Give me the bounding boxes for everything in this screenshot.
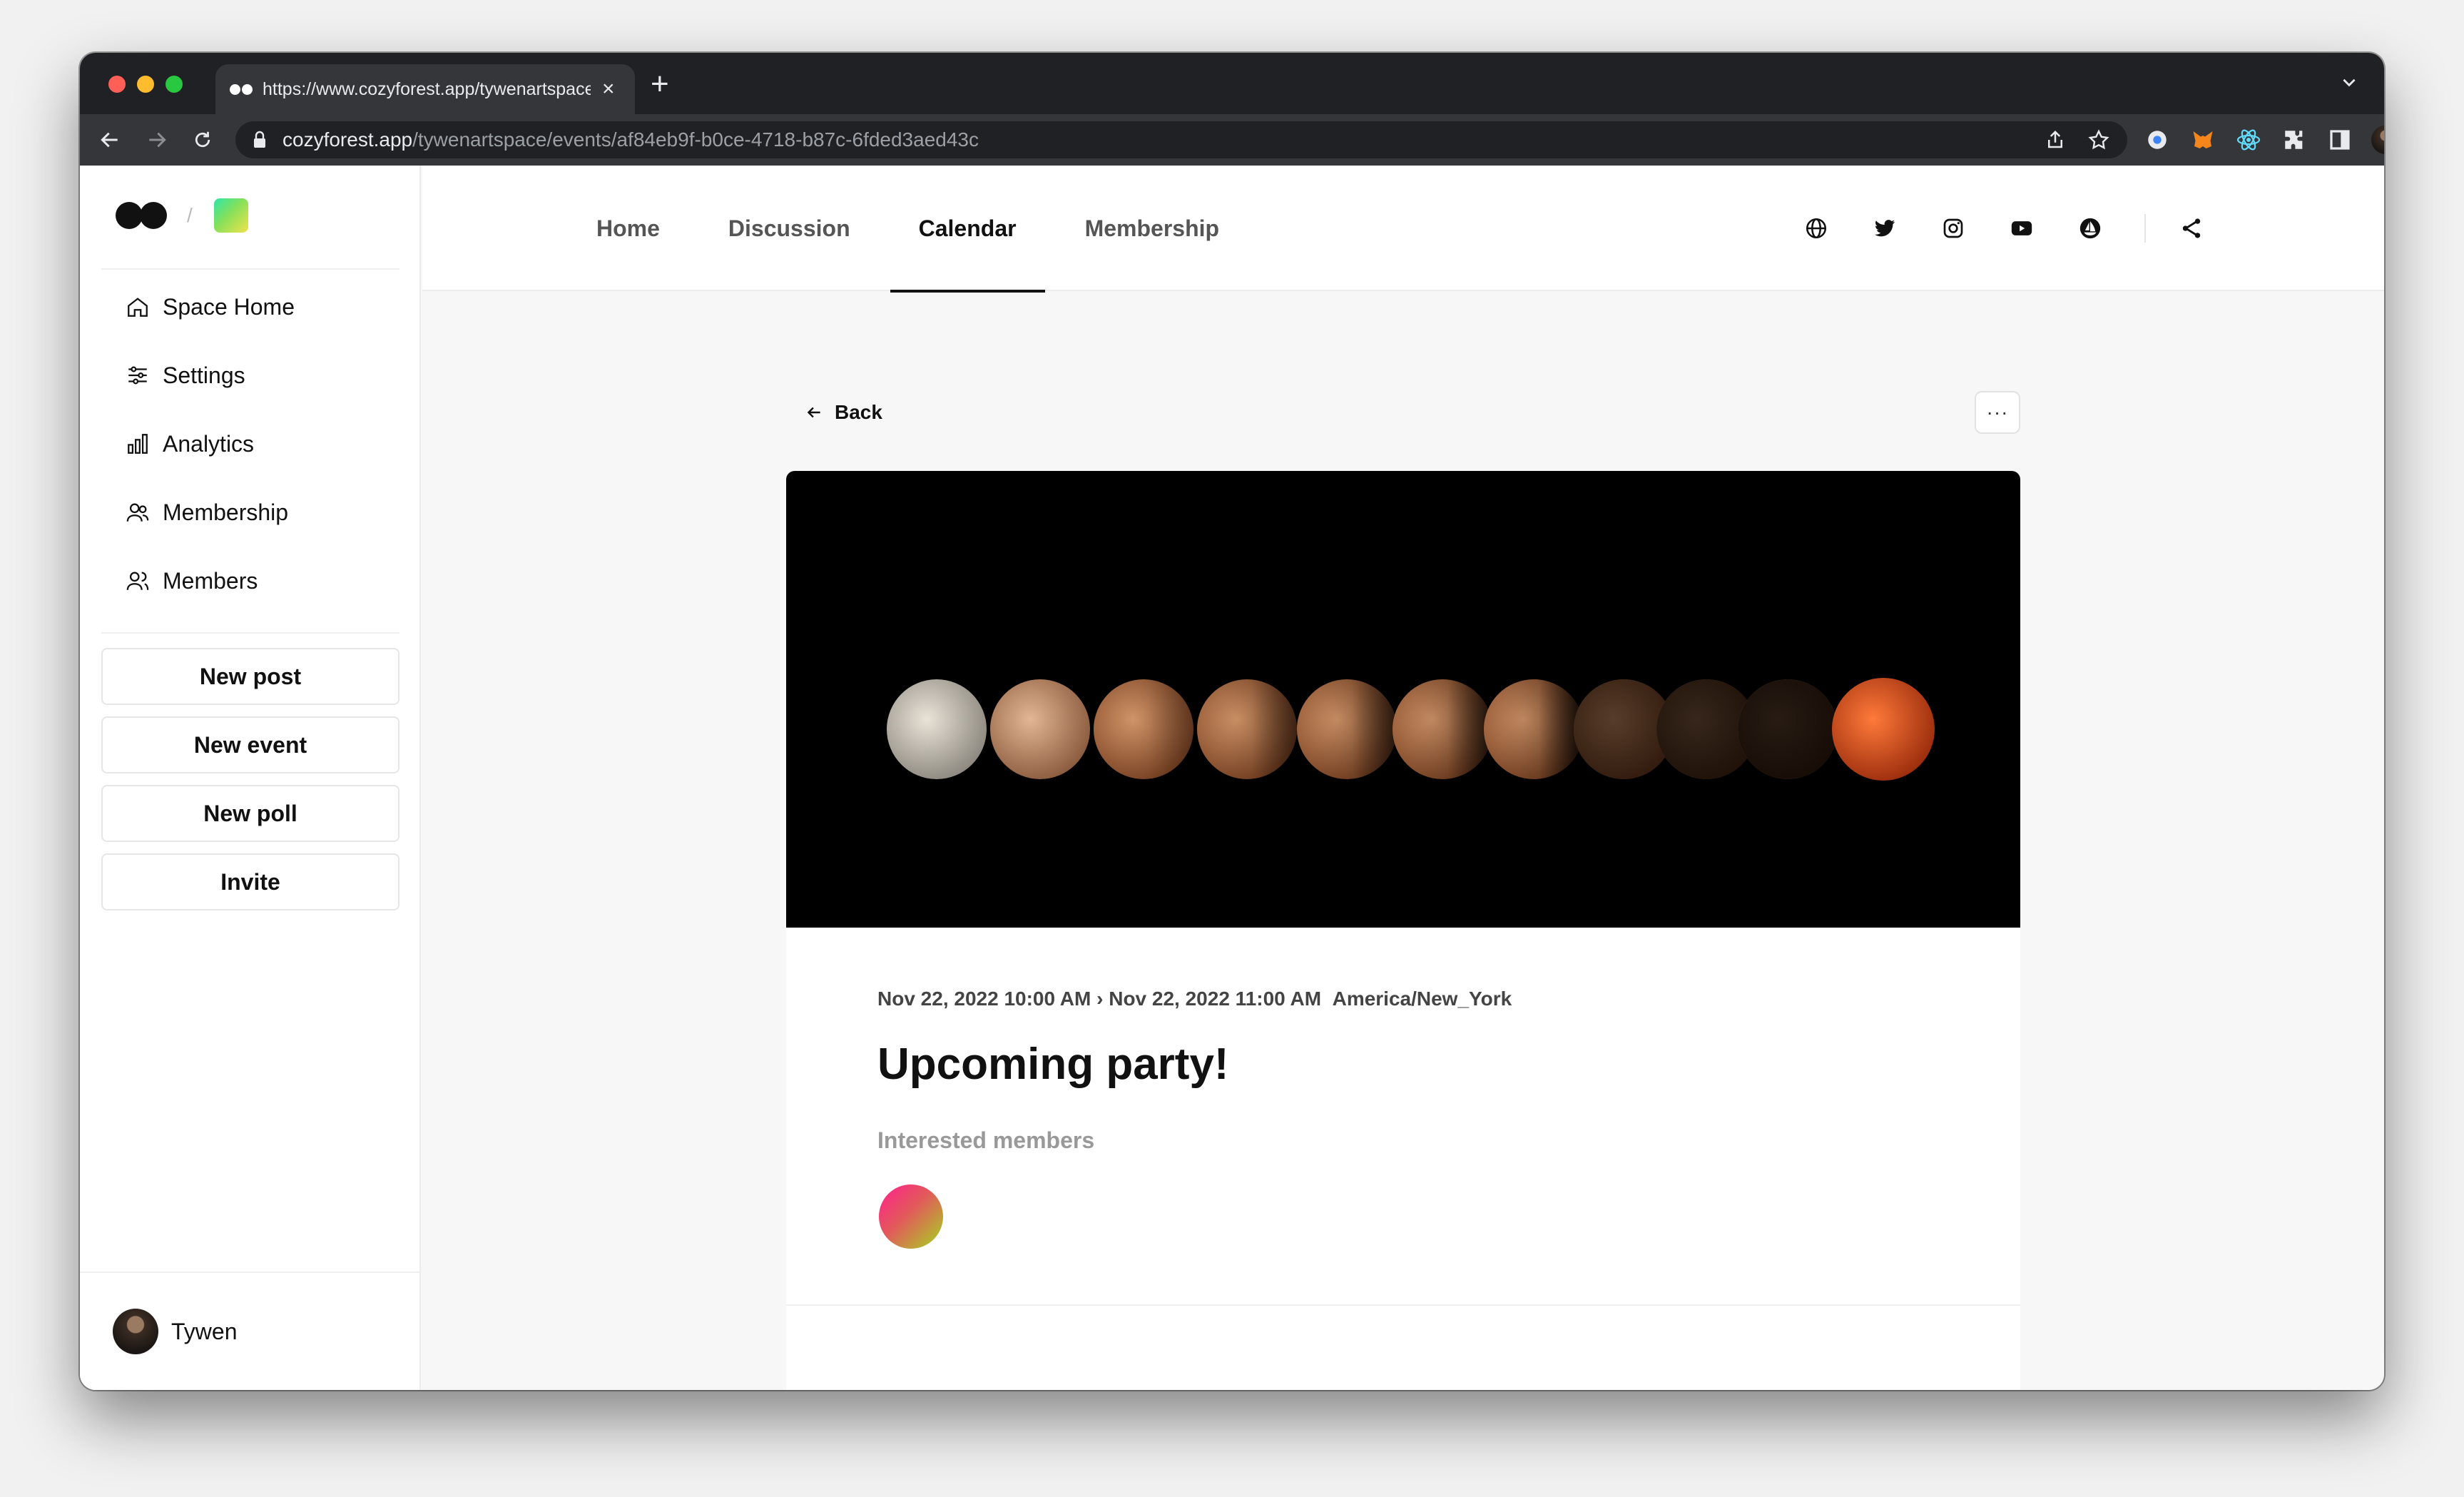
cozyforest-favicon-icon	[230, 81, 253, 97]
tab-search-chevron-icon[interactable]	[2340, 73, 2358, 97]
cozyforest-logo-icon-right	[140, 202, 167, 229]
top-navigation: Home Discussion Calendar Membership	[422, 166, 2384, 293]
browser-window: https://www.cozyforest.app/tywenartspace…	[80, 53, 2384, 1390]
instagram-icon[interactable]	[1936, 211, 1970, 245]
sidebar-item-label: Members	[163, 567, 258, 594]
youtube-icon[interactable]	[2005, 211, 2039, 245]
avatar[interactable]	[879, 1184, 943, 1249]
close-window-button[interactable]	[108, 76, 126, 93]
new-post-button[interactable]: New post	[101, 648, 399, 705]
tab-home[interactable]: Home	[596, 166, 660, 291]
more-options-button[interactable]: ···	[1975, 391, 2020, 434]
avatar	[113, 1309, 158, 1354]
home-icon	[128, 298, 148, 317]
browser-toolbar: cozyforest.app/tywenartspace/events/af84…	[80, 114, 2384, 166]
sidebar-nav: Space Home Settings Analytics Membership…	[101, 273, 399, 615]
new-event-button[interactable]: New event	[101, 716, 399, 773]
social-links	[1799, 211, 2243, 245]
address-bar[interactable]: cozyforest.app/tywenartspace/events/af84…	[235, 121, 2127, 158]
sidebar-actions: New post New event New poll Invite	[101, 648, 399, 922]
sidebar-divider	[80, 1272, 421, 1273]
back-button[interactable]: Back	[805, 401, 882, 424]
react-devtools-icon[interactable]	[2233, 124, 2264, 156]
share-icon[interactable]	[2174, 211, 2209, 245]
tab-calendar[interactable]: Calendar	[890, 166, 1045, 293]
tab-membership[interactable]: Membership	[1085, 166, 1219, 291]
app-root: / Space Home Settings Analytics Membersh…	[80, 166, 2384, 1390]
invite-button[interactable]: Invite	[101, 853, 399, 910]
lunar-eclipse-image	[887, 678, 1935, 781]
card-divider	[786, 1304, 2020, 1306]
event-timezone: America/New_York	[1332, 988, 1512, 1010]
forward-arrow-icon[interactable]	[141, 124, 173, 156]
logo-row: /	[116, 198, 248, 233]
user-name: Tywen	[171, 1318, 238, 1344]
side-panel-icon[interactable]	[2324, 124, 2356, 156]
reload-icon[interactable]	[187, 124, 218, 156]
browser-tab-strip: https://www.cozyforest.app/tywenartspace…	[80, 53, 2384, 114]
arrow-left-icon	[807, 407, 820, 418]
space-avatar[interactable]	[213, 198, 248, 233]
globe-icon[interactable]	[1799, 211, 1833, 245]
current-user[interactable]: Tywen	[113, 1309, 237, 1354]
tab-discussion[interactable]: Discussion	[728, 166, 850, 291]
sidebar-item-members[interactable]: Members	[101, 547, 399, 615]
tab-close-icon[interactable]: ×	[602, 78, 615, 100]
back-arrow-icon[interactable]	[94, 124, 126, 156]
metamask-fox-icon[interactable]	[2187, 124, 2219, 156]
sidebar-item-label: Membership	[163, 499, 289, 525]
event-banner-image	[786, 471, 2020, 928]
sidebar: / Space Home Settings Analytics Membersh…	[80, 166, 421, 1390]
event-title: Upcoming party!	[877, 1040, 1229, 1089]
sidebar-divider	[101, 632, 399, 634]
share-page-icon[interactable]	[2045, 129, 2066, 151]
sidebar-item-settings[interactable]: Settings	[101, 341, 399, 410]
sidebar-item-space-home[interactable]: Space Home	[101, 273, 399, 341]
back-label: Back	[835, 401, 882, 423]
event-datetime: Nov 22, 2022 10:00 AM › Nov 22, 2022 11:…	[877, 988, 1512, 1010]
event-card: Nov 22, 2022 10:00 AM › Nov 22, 2022 11:…	[786, 471, 2020, 1390]
cozyforest-logo-icon[interactable]	[116, 202, 143, 229]
social-divider	[2144, 214, 2146, 243]
interested-members-label: Interested members	[877, 1127, 1095, 1153]
sidebar-item-membership[interactable]: Membership	[101, 478, 399, 547]
new-tab-button[interactable]: +	[651, 68, 669, 100]
sidebar-item-label: Analytics	[163, 430, 255, 457]
sidebar-item-analytics[interactable]: Analytics	[101, 410, 399, 478]
bar-chart-icon	[128, 434, 148, 454]
logo-separator: /	[187, 204, 193, 226]
minimize-window-button[interactable]	[137, 76, 154, 93]
user-group-icon	[126, 503, 149, 522]
opensea-icon[interactable]	[2073, 211, 2107, 245]
event-date-range: Nov 22, 2022 10:00 AM › Nov 22, 2022 11:…	[877, 988, 1322, 1010]
url-path: /tywenartspace/events/af84eb9f-b0ce-4718…	[412, 128, 979, 151]
new-poll-button[interactable]: New poll	[101, 785, 399, 842]
tab-title: https://www.cozyforest.app/tywenartspace…	[263, 78, 591, 99]
bookmark-star-icon[interactable]	[2087, 128, 2110, 151]
url-host: cozyforest.app	[282, 128, 413, 151]
sliders-icon	[128, 366, 147, 385]
profile-avatar-icon[interactable]	[2370, 124, 2384, 156]
sidebar-item-label: Settings	[163, 362, 245, 388]
maximize-window-button[interactable]	[166, 76, 183, 93]
sidebar-divider	[101, 268, 399, 270]
users-icon	[126, 572, 149, 590]
browser-tab[interactable]: https://www.cozyforest.app/tywenartspace…	[215, 64, 635, 114]
sidebar-item-label: Space Home	[163, 293, 295, 320]
extension-password-icon[interactable]	[2142, 124, 2173, 156]
twitter-icon[interactable]	[1868, 211, 1902, 245]
extensions-puzzle-icon[interactable]	[2279, 124, 2310, 156]
lock-icon	[254, 131, 265, 148]
space-tabs: Home Discussion Calendar Membership	[596, 166, 1288, 293]
